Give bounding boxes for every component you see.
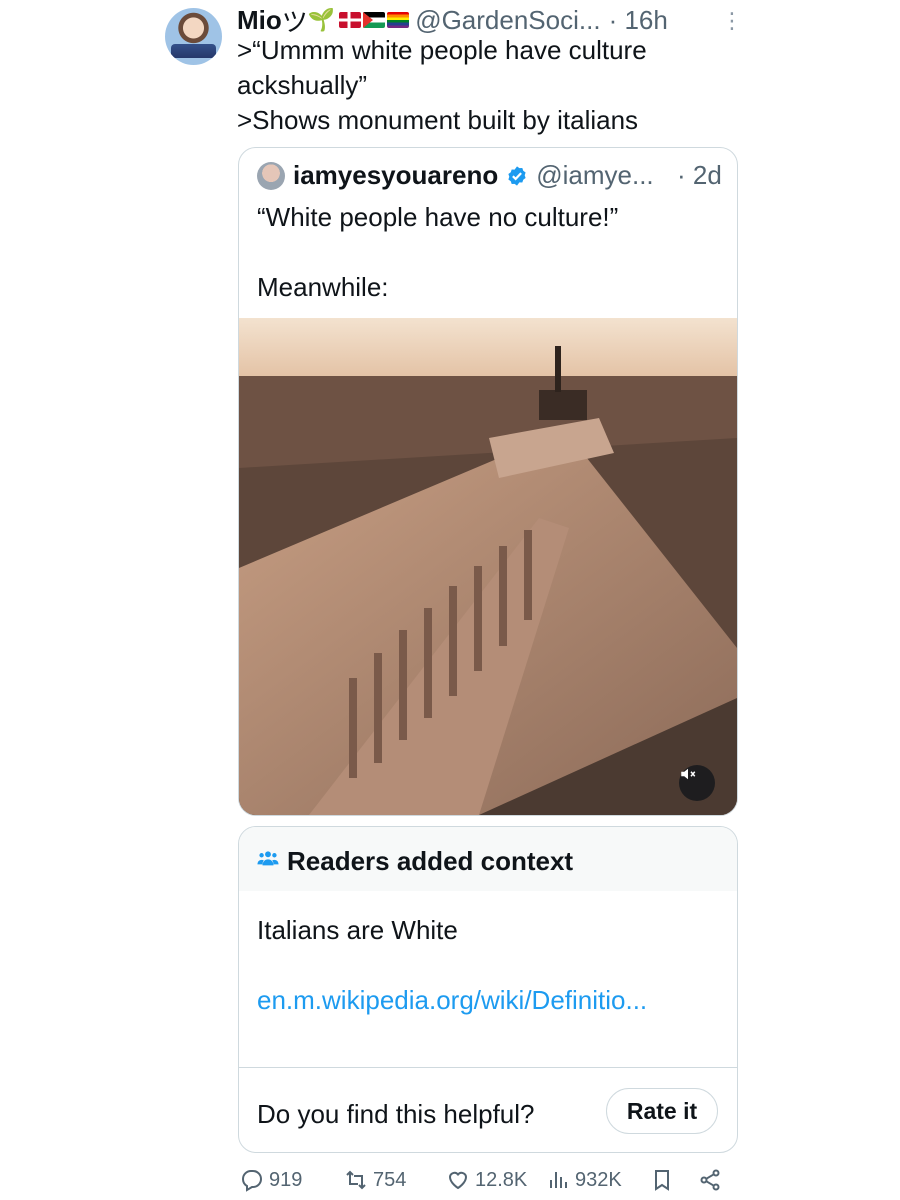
quoted-author-handle[interactable]: @iamye... <box>536 160 653 191</box>
quoted-author-avatar[interactable] <box>257 162 285 190</box>
quoted-tweet-header: iamyesyouareno @iamye... <box>293 160 654 191</box>
reply-icon <box>241 1170 262 1192</box>
tweet-text: >“Ummm white people have culture ackshua… <box>237 35 647 135</box>
divider <box>239 1067 737 1068</box>
community-note: Readers added context Italians are White… <box>238 826 738 1153</box>
author-name[interactable]: Mio <box>237 5 282 36</box>
verified-icon <box>508 165 526 186</box>
repost-count: 754 <box>373 1168 407 1191</box>
action-bar: 919 754 12.8K 932K <box>240 1168 730 1198</box>
like-button[interactable]: 12.8K <box>446 1168 527 1192</box>
author-handle[interactable]: @GardenSoci... <box>415 5 600 36</box>
quoted-tweet[interactable]: iamyesyouareno @iamye... · 2d “White peo… <box>238 147 738 816</box>
repost-button[interactable]: 754 <box>344 1168 406 1192</box>
palestine-flag-icon <box>363 12 386 28</box>
community-note-link[interactable]: en.m.wikipedia.org/wiki/Definitio... <box>257 985 647 1016</box>
community-note-header: Readers added context <box>239 827 737 891</box>
community-note-text: Italians are White <box>257 915 458 945</box>
views-icon <box>550 1172 567 1188</box>
views-count: 932K <box>575 1168 622 1191</box>
repost-icon <box>346 1170 366 1190</box>
quoted-tweet-timestamp[interactable]: · 2d <box>677 160 722 191</box>
quoted-author-name[interactable]: iamyesyouareno <box>293 160 498 191</box>
like-icon <box>448 1171 468 1190</box>
author-avatar[interactable] <box>165 8 222 65</box>
share-button[interactable] <box>698 1168 722 1192</box>
bookmark-icon <box>655 1170 669 1191</box>
video-frame <box>239 318 737 815</box>
share-icon <box>700 1169 720 1191</box>
helpful-question: Do you find this helpful? <box>257 1099 535 1129</box>
bookmark-button[interactable] <box>650 1168 674 1192</box>
mute-icon[interactable] <box>679 765 715 801</box>
reply-count: 919 <box>269 1168 303 1191</box>
tweet-header: Mio ツ 🌱 @GardenSoci... · 16h <box>237 3 737 37</box>
more-icon[interactable]: ⋮ <box>721 8 743 34</box>
flag-emojis <box>339 12 410 28</box>
denmark-flag-icon <box>339 12 362 28</box>
community-notes-icon <box>257 851 279 866</box>
sprout-icon: 🌱 <box>307 7 336 32</box>
rate-it-button[interactable]: Rate it <box>606 1088 718 1134</box>
views-button[interactable]: 932K <box>546 1168 622 1192</box>
like-count: 12.8K <box>475 1168 528 1191</box>
community-note-title: Readers added context <box>287 846 574 876</box>
pride-flag-icon <box>387 12 410 28</box>
quoted-tweet-text: “White people have no culture!” Meanwhil… <box>257 202 619 302</box>
reply-button[interactable]: 919 <box>240 1168 302 1192</box>
tweet-timestamp[interactable]: · 16h <box>609 5 668 36</box>
monument-video[interactable] <box>239 318 737 815</box>
